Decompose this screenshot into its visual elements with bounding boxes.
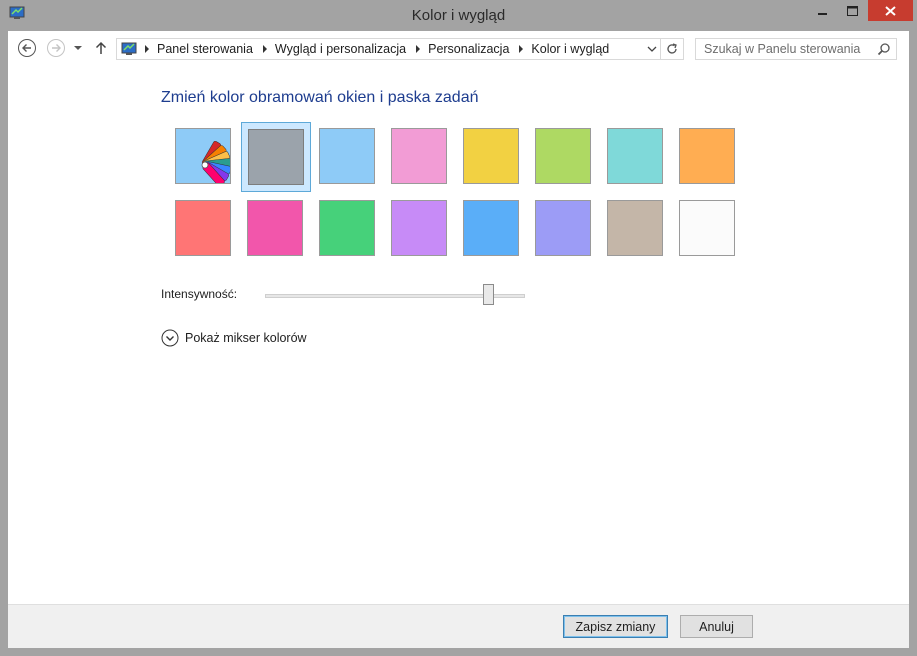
color-swatch[interactable] [313,194,383,264]
minimize-button[interactable] [808,0,838,21]
address-bar[interactable]: Panel sterowania Wygląd i personalizacja… [116,38,684,60]
titlebar[interactable]: Kolor i wygląd [0,0,917,32]
swatch-color [679,200,735,256]
color-swatch[interactable] [385,122,455,192]
intensity-slider-thumb[interactable] [483,284,495,305]
swatch-color [247,200,303,256]
show-color-mixer-toggle[interactable]: Pokaż mikser kolorów [161,328,307,348]
color-swatch[interactable] [529,122,599,192]
swatch-color [248,129,304,185]
address-history-button[interactable] [645,42,659,56]
swatch-color [463,128,519,184]
color-swatch[interactable] [601,194,671,264]
navigation-bar: Panel sterowania Wygląd i personalizacja… [8,31,909,65]
breadcrumb-panel-sterowania[interactable]: Panel sterowania [157,42,253,56]
client-area: Panel sterowania Wygląd i personalizacja… [8,31,909,648]
swatch-color [391,200,447,256]
maximize-button[interactable] [838,0,866,21]
color-swatch[interactable] [601,122,671,192]
breadcrumb-separator[interactable] [519,45,524,53]
swatch-color [391,128,447,184]
swatch-color [535,200,591,256]
color-swatch[interactable] [241,122,311,192]
refresh-icon [667,43,677,54]
footer-bar: Zapisz zmiany Anuluj [8,604,909,648]
swatch-color [607,128,663,184]
swatch-color [463,200,519,256]
breadcrumb-kolor-i-wyglad[interactable]: Kolor i wygląd [531,42,609,56]
swatch-color [607,200,663,256]
swatch-color [319,200,375,256]
window: Kolor i wygląd Panel sterowania Wygląd i… [0,0,917,656]
window-title: Kolor i wygląd [411,7,506,24]
up-button[interactable] [93,38,109,58]
breadcrumb-separator[interactable] [145,45,149,53]
color-swatch[interactable] [529,194,599,264]
cancel-button[interactable]: Anuluj [680,615,753,638]
color-swatch[interactable] [673,122,743,192]
color-swatch[interactable] [313,122,383,192]
breadcrumb-separator[interactable] [262,45,267,53]
expand-chevron-icon [161,329,179,347]
close-icon [885,5,896,16]
chevron-down-icon [74,46,82,50]
color-swatch[interactable] [457,194,527,264]
back-arrow-icon [18,39,36,57]
search-input[interactable] [696,39,879,59]
control-panel-icon [121,42,137,55]
search-box[interactable] [695,38,897,60]
swatch-color [535,128,591,184]
back-button[interactable] [17,38,37,58]
search-icon[interactable] [877,42,891,56]
up-arrow-icon [95,41,107,54]
swatch-color [319,128,375,184]
color-palette-icon [175,128,232,187]
refresh-button[interactable] [660,39,683,59]
forward-arrow-icon [47,39,65,57]
page-heading: Zmień kolor obramowań okien i paska zada… [161,89,479,106]
breadcrumb-wyglad-i-personalizacja[interactable]: Wygląd i personalizacja [275,42,406,56]
color-swatch[interactable] [241,194,311,264]
show-color-mixer-label: Pokaż mikser kolorów [185,331,307,345]
swatch-color [175,200,231,256]
breadcrumb-personalizacja[interactable]: Personalizacja [428,42,509,56]
breadcrumb-separator[interactable] [416,45,421,53]
automatic-color-swatch[interactable] [169,122,239,192]
color-swatch[interactable] [169,194,239,264]
forward-button[interactable] [46,38,66,58]
intensity-label: Intensywność: [161,287,238,301]
color-swatch[interactable] [673,194,743,264]
recent-locations-button[interactable] [71,38,85,58]
close-button[interactable] [868,0,913,21]
color-swatch[interactable] [385,194,455,264]
save-changes-button[interactable]: Zapisz zmiany [563,615,668,638]
chevron-down-icon [647,46,657,52]
maximize-icon [846,5,858,16]
minimize-icon [818,12,827,15]
color-swatch[interactable] [457,122,527,192]
swatch-color [679,128,735,184]
